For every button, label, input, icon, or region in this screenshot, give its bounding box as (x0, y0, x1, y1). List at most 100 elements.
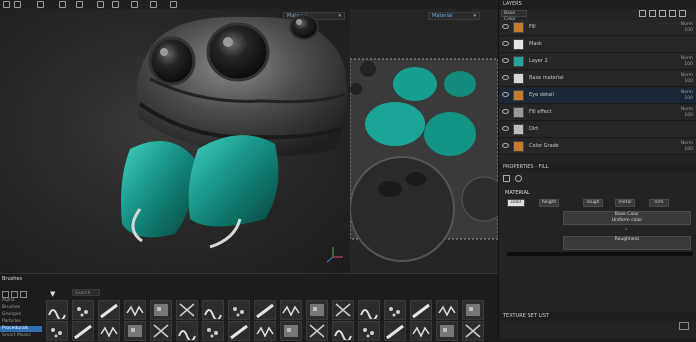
brush-thumbnail[interactable] (202, 321, 224, 341)
layer-row[interactable]: Fill effect Norm 100 (499, 105, 696, 121)
channel-normal-button[interactable]: nrm (649, 199, 669, 207)
channel-color-button[interactable]: color (507, 199, 525, 207)
brush-thumbnail[interactable] (176, 300, 198, 320)
shelf-category-item[interactable]: Grunges (0, 312, 42, 318)
layer-blend-opacity[interactable]: Norm 100 (681, 141, 693, 153)
brush-thumbnail[interactable] (228, 300, 250, 320)
save-icon[interactable] (14, 1, 21, 8)
visibility-eye-icon[interactable] (502, 75, 509, 80)
visibility-eye-icon[interactable] (502, 24, 509, 29)
brush-thumbnail[interactable] (358, 300, 380, 321)
brush-thumbnail[interactable] (124, 321, 146, 341)
add-effect-icon[interactable] (669, 10, 676, 17)
brush-thumbnail[interactable] (280, 300, 302, 320)
roughness-field[interactable]: Roughness (563, 236, 691, 250)
layer-opacity[interactable]: 100 (681, 147, 693, 153)
layer-row[interactable]: Color Grade Norm 100 (499, 139, 696, 155)
layer-row[interactable]: Layer 2 Norm 100 (499, 54, 696, 70)
layer-blend-opacity[interactable]: Norm 100 (681, 73, 693, 85)
undo-icon[interactable] (37, 1, 44, 8)
visibility-eye-icon[interactable] (502, 126, 509, 131)
brush-thumbnail[interactable] (332, 300, 354, 320)
layer-opacity[interactable]: 100 (681, 28, 693, 34)
brush-thumbnail[interactable] (124, 300, 146, 320)
layer-row[interactable]: Fill Norm 100 (499, 20, 696, 36)
layer-opacity[interactable]: 100 (681, 113, 693, 119)
visibility-eye-icon[interactable] (502, 41, 509, 46)
brush-thumbnail[interactable] (410, 300, 432, 320)
picker-icon[interactable] (170, 1, 177, 8)
visibility-eye-icon[interactable] (502, 143, 509, 148)
color-slider[interactable] (507, 252, 693, 256)
funnel-icon[interactable]: ▼ (50, 290, 55, 298)
brush-thumbnail[interactable] (436, 300, 458, 320)
brush-thumbnail[interactable] (228, 321, 250, 341)
brush-thumbnail[interactable] (98, 321, 120, 341)
brush-thumbnail[interactable] (410, 321, 432, 341)
layer-row[interactable]: Dirt (499, 122, 696, 138)
brush-thumbnail[interactable] (98, 300, 120, 320)
brush-thumbnail[interactable] (150, 321, 172, 341)
channel-rough-button[interactable]: rough (583, 199, 603, 207)
layer-row[interactable]: Mask (499, 37, 696, 53)
clone-icon[interactable] (150, 1, 157, 8)
list-icon[interactable] (11, 291, 18, 298)
brush-thumbnail[interactable] (254, 300, 276, 320)
brush-thumbnail[interactable] (462, 300, 484, 320)
visibility-eye-icon[interactable] (502, 58, 509, 63)
brush-thumbnail[interactable] (384, 321, 406, 341)
brush-thumbnail[interactable] (150, 300, 172, 320)
layer-blend-opacity[interactable]: Norm 100 (681, 22, 693, 34)
visibility-eye-icon[interactable] (502, 92, 509, 97)
shelf-search-input[interactable]: Search (72, 289, 100, 296)
visibility-eye-icon[interactable] (502, 109, 509, 114)
layer-opacity[interactable]: 100 (681, 79, 693, 85)
blend-channel-dropdown[interactable]: Base Color (501, 10, 527, 22)
brush-thumbnail[interactable] (176, 321, 198, 342)
add-mask-icon[interactable] (659, 10, 666, 17)
brush-thumbnail[interactable] (72, 321, 94, 341)
material-icon[interactable] (515, 175, 522, 182)
brush-thumbnail[interactable] (46, 321, 68, 341)
brush-thumbnail[interactable] (462, 321, 484, 341)
layer-blend-opacity[interactable]: Norm 100 (681, 90, 693, 102)
expand-icon[interactable]: ⌃ (624, 228, 628, 234)
layer-row[interactable]: Eye detail Norm 100 (499, 88, 696, 104)
settings-icon[interactable] (503, 175, 510, 182)
viewport-3d[interactable]: Material ▾ (0, 9, 350, 273)
grid-icon[interactable] (2, 291, 9, 298)
shelf-category-item[interactable]: Smart Masks (0, 333, 42, 339)
brush-thumbnail[interactable] (202, 300, 224, 321)
layer-row[interactable]: Base material Norm 100 (499, 71, 696, 87)
brush-icon[interactable] (59, 1, 66, 8)
layer-opacity[interactable]: 100 (681, 62, 693, 68)
eraser-icon[interactable] (76, 1, 83, 8)
layer-blend-opacity[interactable]: Norm 100 (681, 107, 693, 119)
brush-thumbnail[interactable] (384, 300, 406, 320)
polygon-fill-icon[interactable] (112, 1, 119, 8)
delete-layer-icon[interactable] (679, 10, 686, 17)
viewport-2d[interactable]: Material ▾ (350, 9, 498, 273)
brush-thumbnail[interactable] (46, 300, 68, 321)
shelf-category-item-selected[interactable]: Procedurals (0, 326, 42, 332)
brush-thumbnail[interactable] (436, 321, 458, 341)
brush-thumbnail[interactable] (358, 321, 380, 341)
shelf-category-item[interactable]: Brushes (0, 305, 42, 311)
brush-thumbnail[interactable] (72, 300, 94, 320)
brush-thumbnail[interactable] (306, 321, 328, 341)
brush-thumbnail[interactable] (254, 321, 276, 341)
projection-icon[interactable] (97, 1, 104, 8)
brush-thumbnail[interactable] (280, 321, 302, 341)
base-color-field[interactable]: Base Color Uniform color (563, 211, 691, 225)
panel-options-icon[interactable] (679, 322, 689, 330)
shelf-category-item[interactable]: Particles (0, 319, 42, 325)
filter-icon[interactable] (20, 291, 27, 298)
brush-thumbnail[interactable] (332, 321, 354, 342)
layer-blend-opacity[interactable]: Norm 100 (681, 56, 693, 68)
folder-icon[interactable] (3, 1, 10, 8)
add-fill-icon[interactable] (649, 10, 656, 17)
add-layer-icon[interactable] (639, 10, 646, 17)
shelf-category-item[interactable]: Alpha (0, 298, 42, 304)
layer-opacity[interactable]: 100 (681, 96, 693, 102)
smudge-icon[interactable] (131, 1, 138, 8)
